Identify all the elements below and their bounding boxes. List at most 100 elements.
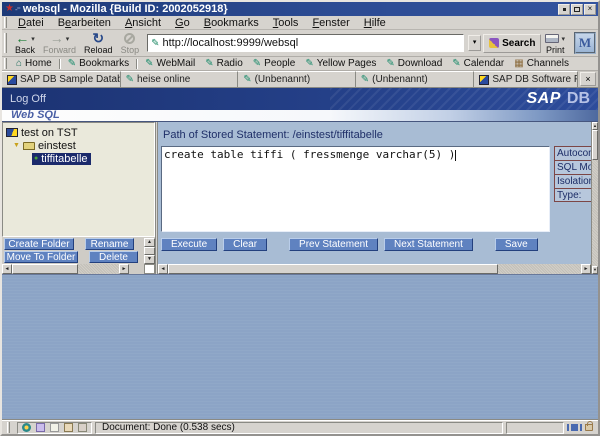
prev-statement-button[interactable]: Prev Statement: [289, 238, 378, 251]
url-dropdown-button[interactable]: ▾: [468, 35, 481, 51]
menu-bookmarks[interactable]: Bookmarks: [197, 17, 266, 29]
save-button[interactable]: Save: [495, 238, 538, 251]
scrollbar-track[interactable]: [168, 264, 581, 274]
bookmark-label: Bookmarks: [79, 58, 129, 69]
url-input[interactable]: http://localhost:9999/websql: [162, 37, 463, 49]
tree-folder-node[interactable]: ▼ einstest: [6, 139, 154, 152]
tab-unbenannt-2[interactable]: ✎(Unbenannt): [356, 71, 475, 87]
maximize-button[interactable]: [571, 4, 583, 15]
menu-tools[interactable]: Tools: [266, 17, 306, 29]
scrollbar-thumb[interactable]: [144, 247, 155, 255]
menu-hilfe[interactable]: Hilfe: [357, 17, 393, 29]
menu-go[interactable]: Go: [168, 17, 197, 29]
window-menu-icon[interactable]: ★: [5, 4, 14, 14]
menu-datei[interactable]: Datei: [11, 17, 51, 29]
scroll-down-icon[interactable]: ▼: [592, 266, 598, 274]
bookmark-home[interactable]: ⌂Home: [11, 58, 57, 69]
rename-button[interactable]: Rename: [85, 238, 134, 250]
scrollbar-track[interactable]: [592, 130, 598, 266]
bookmark-people[interactable]: ✎People: [248, 58, 301, 69]
navigator-icon[interactable]: [22, 423, 31, 432]
statusbar-grip[interactable]: [7, 422, 10, 432]
forward-label: Forward: [43, 46, 76, 55]
tab-heise-online[interactable]: ✎heise online: [121, 71, 239, 87]
close-icon: ×: [588, 5, 593, 13]
tree-root-label: test on TST: [21, 127, 78, 139]
window-shade-icon[interactable]: ‑⁼: [15, 5, 20, 14]
search-button[interactable]: Search: [483, 34, 541, 53]
next-statement-button[interactable]: Next Statement: [384, 238, 473, 251]
menu-bearbeiten[interactable]: Bearbeiten: [51, 17, 118, 29]
app-subtitle-bar: Web SQL: [2, 110, 598, 122]
back-button[interactable]: ←▾ Back: [11, 31, 39, 56]
selected-tree-item[interactable]: ● tiffitabelle: [32, 153, 91, 165]
menu-fenster[interactable]: Fenster: [305, 17, 356, 29]
stored-statement-path: Path of Stored Statement: /einstest/tiff…: [163, 129, 591, 141]
tab-unbenannt-1[interactable]: ✎(Unbenannt): [238, 71, 356, 87]
toolbar-grip[interactable]: [4, 17, 7, 27]
clear-button[interactable]: Clear: [223, 238, 267, 251]
bookmark-calendar[interactable]: ✎Calendar: [447, 58, 509, 69]
sql-statement-textarea[interactable]: create table tiffi ( fressmenge varchar(…: [161, 146, 550, 232]
log-off-link[interactable]: Log Off: [10, 93, 46, 105]
window-title: websql - Mozilla {Build ID: 2002052918}: [23, 3, 557, 15]
mozilla-throbber-icon[interactable]: M: [574, 32, 596, 54]
bookmark-radio[interactable]: ✎Radio: [200, 58, 248, 69]
scrollbar-track[interactable]: [144, 247, 155, 255]
scrollbar-thumb[interactable]: [12, 264, 78, 274]
bookmark-webmail[interactable]: ✎WebMail: [140, 58, 200, 69]
delete-button[interactable]: Delete: [89, 251, 138, 263]
scroll-right-icon[interactable]: ►: [119, 264, 129, 274]
address-book-icon[interactable]: [64, 423, 73, 432]
bookmark-download[interactable]: ✎Download: [381, 58, 447, 69]
url-bar[interactable]: ✎ http://localhost:9999/websql: [147, 34, 464, 52]
scroll-left-icon[interactable]: ◄: [2, 264, 12, 274]
scroll-right-icon[interactable]: ►: [581, 264, 591, 274]
tab-sapdb-sample-database[interactable]: SAP DB Sample Database (..: [2, 71, 121, 87]
tab-sapdb-software-packages[interactable]: SAP DB Software Packages: [474, 71, 578, 87]
minimize-button[interactable]: [558, 4, 570, 15]
title-bar[interactable]: ★ ‑⁼ websql - Mozilla {Build ID: 2002052…: [2, 2, 598, 16]
close-tab-button[interactable]: ×: [580, 72, 596, 86]
isolation-level-option[interactable]: Isolationle: [554, 174, 591, 188]
execute-button[interactable]: Execute: [161, 238, 217, 251]
close-button[interactable]: ×: [584, 4, 596, 15]
scrollbar-track[interactable]: [12, 264, 119, 274]
tree-root-node[interactable]: test on TST: [6, 126, 154, 139]
tab-label: (Unbenannt): [372, 74, 428, 85]
tab-label: SAP DB Sample Database (..: [20, 74, 121, 85]
online-status-icon[interactable]: [567, 424, 582, 431]
scrollbar-thumb[interactable]: [592, 130, 598, 160]
bookmark-label: Radio: [217, 58, 243, 69]
sql-horizontal-scrollbar[interactable]: ◄ ►: [158, 264, 591, 274]
security-lock-icon[interactable]: [585, 424, 593, 431]
back-dropdown-icon[interactable]: ▾: [31, 35, 35, 43]
expander-icon[interactable]: ▼: [13, 142, 20, 149]
scroll-up-icon[interactable]: ▲: [592, 122, 598, 130]
scroll-left-icon[interactable]: ◄: [158, 264, 168, 274]
toolbar-grip[interactable]: [4, 33, 7, 54]
bookmark-bookmarks[interactable]: ✎Bookmarks: [63, 58, 134, 69]
tree-horizontal-scrollbar[interactable]: ◄ ►: [2, 264, 155, 274]
reload-button[interactable]: ↻ Reload: [80, 31, 117, 56]
bookmark-manager-icon[interactable]: [78, 423, 87, 432]
tree-leaf-node[interactable]: ● tiffitabelle: [6, 152, 154, 165]
composer-icon[interactable]: [50, 423, 59, 432]
scroll-down-icon[interactable]: ▼: [144, 255, 155, 264]
autocommit-option[interactable]: Autocomm: [554, 146, 591, 160]
move-to-folder-button[interactable]: Move To Folder: [4, 251, 78, 263]
print-button[interactable]: ▾ Print: [541, 31, 569, 56]
toolbar-grip[interactable]: [4, 58, 7, 68]
page-vertical-scrollbar[interactable]: ▲ ▼: [591, 122, 598, 274]
sql-mode-option[interactable]: SQL Mode: [554, 160, 591, 174]
bookmark-channels[interactable]: ▦Channels: [509, 58, 574, 69]
create-folder-button[interactable]: Create Folder: [4, 238, 74, 250]
tree-vertical-scrollbar[interactable]: ▲ ▼: [144, 238, 155, 264]
mail-icon[interactable]: [36, 423, 45, 432]
scrollbar-thumb[interactable]: [168, 264, 498, 274]
channels-icon: ▦: [514, 59, 523, 69]
scroll-up-icon[interactable]: ▲: [144, 238, 155, 247]
menu-ansicht[interactable]: Ansicht: [118, 17, 168, 29]
bookmark-yellow-pages[interactable]: ✎Yellow Pages: [300, 58, 381, 69]
print-dropdown-icon[interactable]: ▾: [561, 35, 565, 43]
